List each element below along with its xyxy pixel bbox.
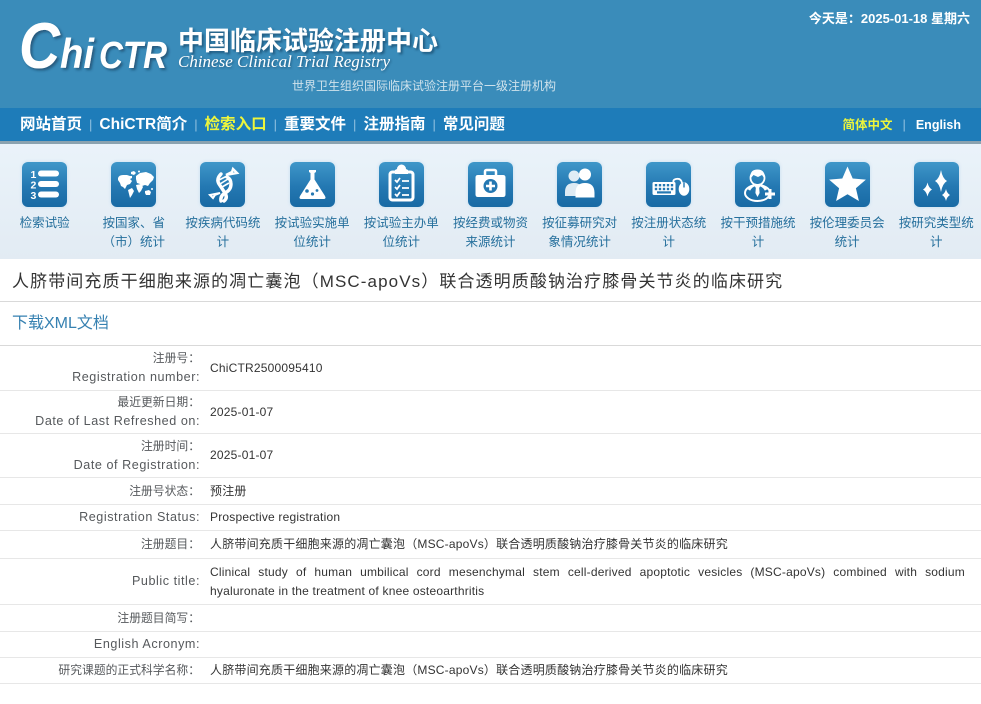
svg-text:CTR: CTR <box>99 35 167 77</box>
svg-text:C: C <box>19 9 61 82</box>
svg-text:hi: hi <box>60 30 95 77</box>
svg-text:3: 3 <box>31 190 37 202</box>
